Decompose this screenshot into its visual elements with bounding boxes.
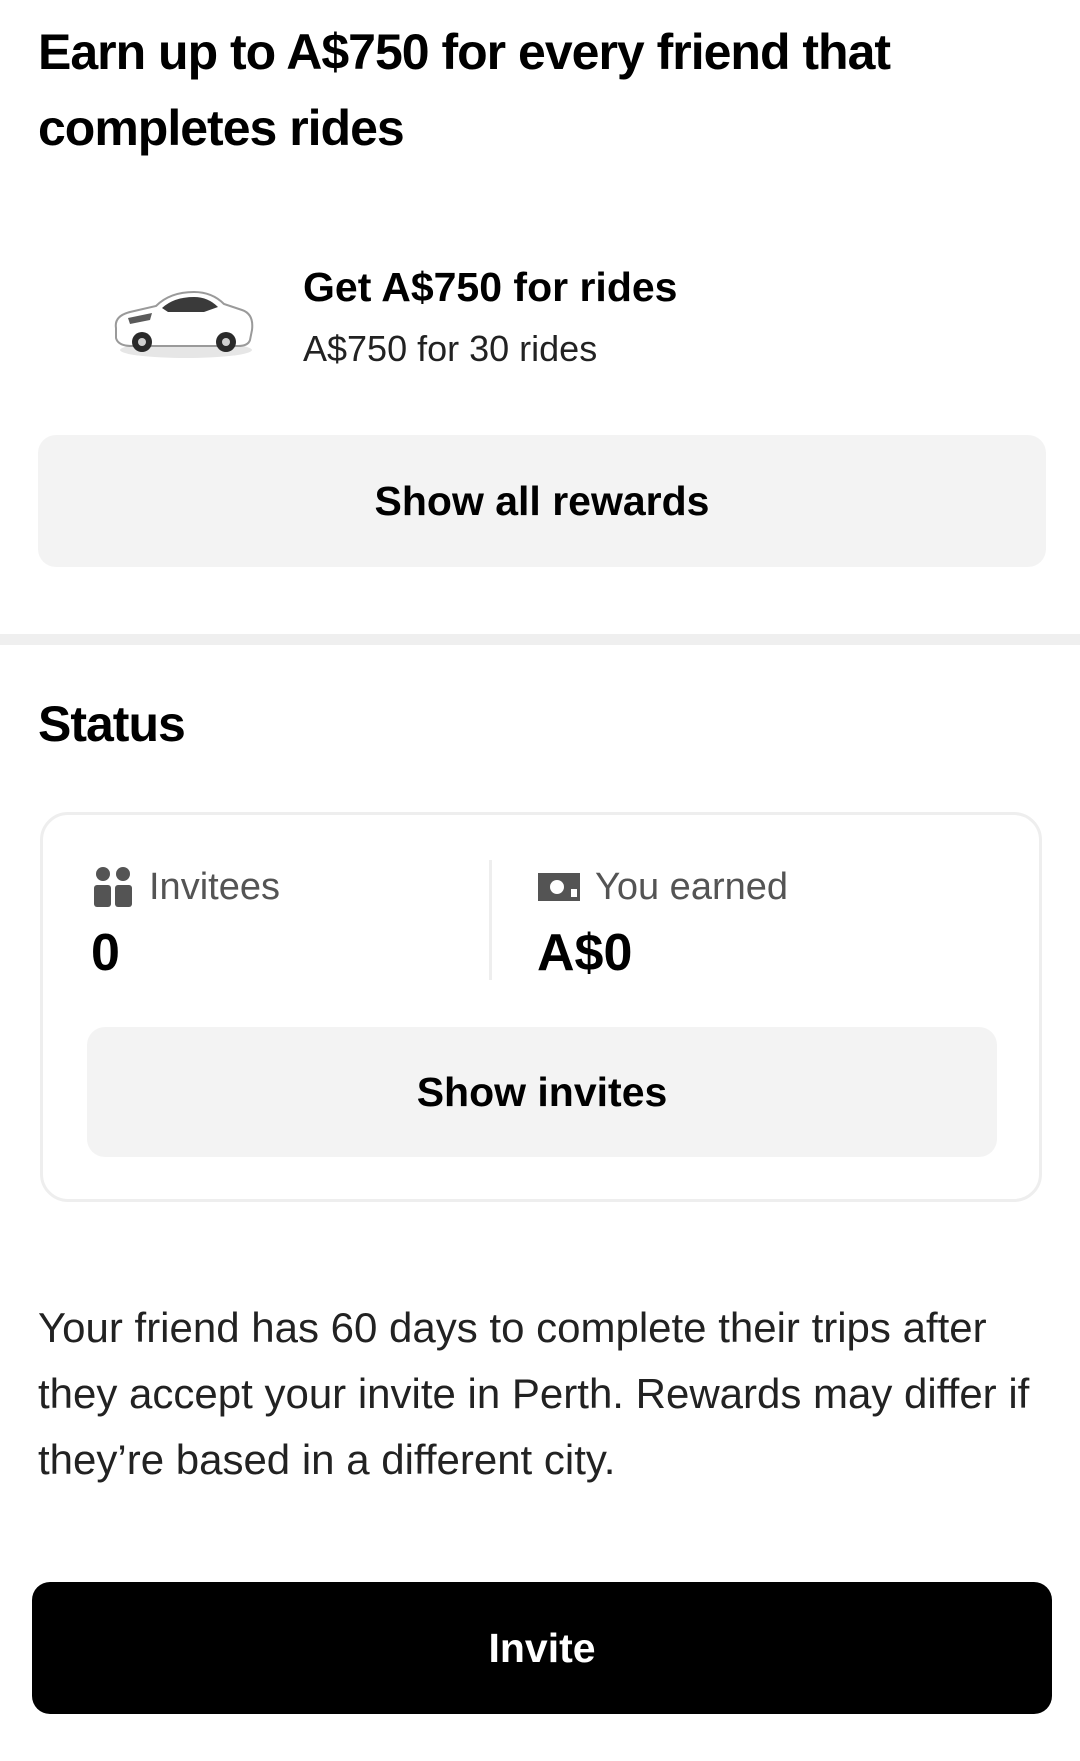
invitees-count: 0 bbox=[91, 924, 120, 982]
stat-divider bbox=[489, 860, 492, 980]
section-divider bbox=[0, 634, 1080, 645]
status-card: Invitees 0 You earned A$0 Show invites bbox=[40, 812, 1042, 1202]
cash-icon bbox=[538, 873, 580, 901]
invite-button[interactable]: Invite bbox=[32, 1582, 1052, 1714]
invitees-label: Invitees bbox=[149, 865, 280, 908]
reward-item: Get A$750 for rides A$750 for 30 rides bbox=[38, 250, 1048, 380]
status-heading: Status bbox=[38, 696, 186, 752]
show-all-rewards-button[interactable]: Show all rewards bbox=[38, 435, 1046, 567]
show-invites-button[interactable]: Show invites bbox=[87, 1027, 997, 1157]
people-icon bbox=[94, 867, 132, 907]
invitees-stat: Invitees 0 bbox=[91, 865, 280, 983]
page-title: Earn up to A$750 for every friend that c… bbox=[38, 24, 891, 156]
terms-note: Your friend has 60 days to complete thei… bbox=[38, 1304, 1030, 1483]
earned-amount: A$0 bbox=[537, 924, 633, 982]
earned-stat: You earned A$0 bbox=[537, 865, 788, 983]
earned-label: You earned bbox=[595, 865, 789, 908]
reward-subtitle: A$750 for 30 rides bbox=[303, 328, 598, 369]
reward-title: Get A$750 for rides bbox=[303, 264, 678, 310]
car-icon bbox=[114, 290, 254, 358]
